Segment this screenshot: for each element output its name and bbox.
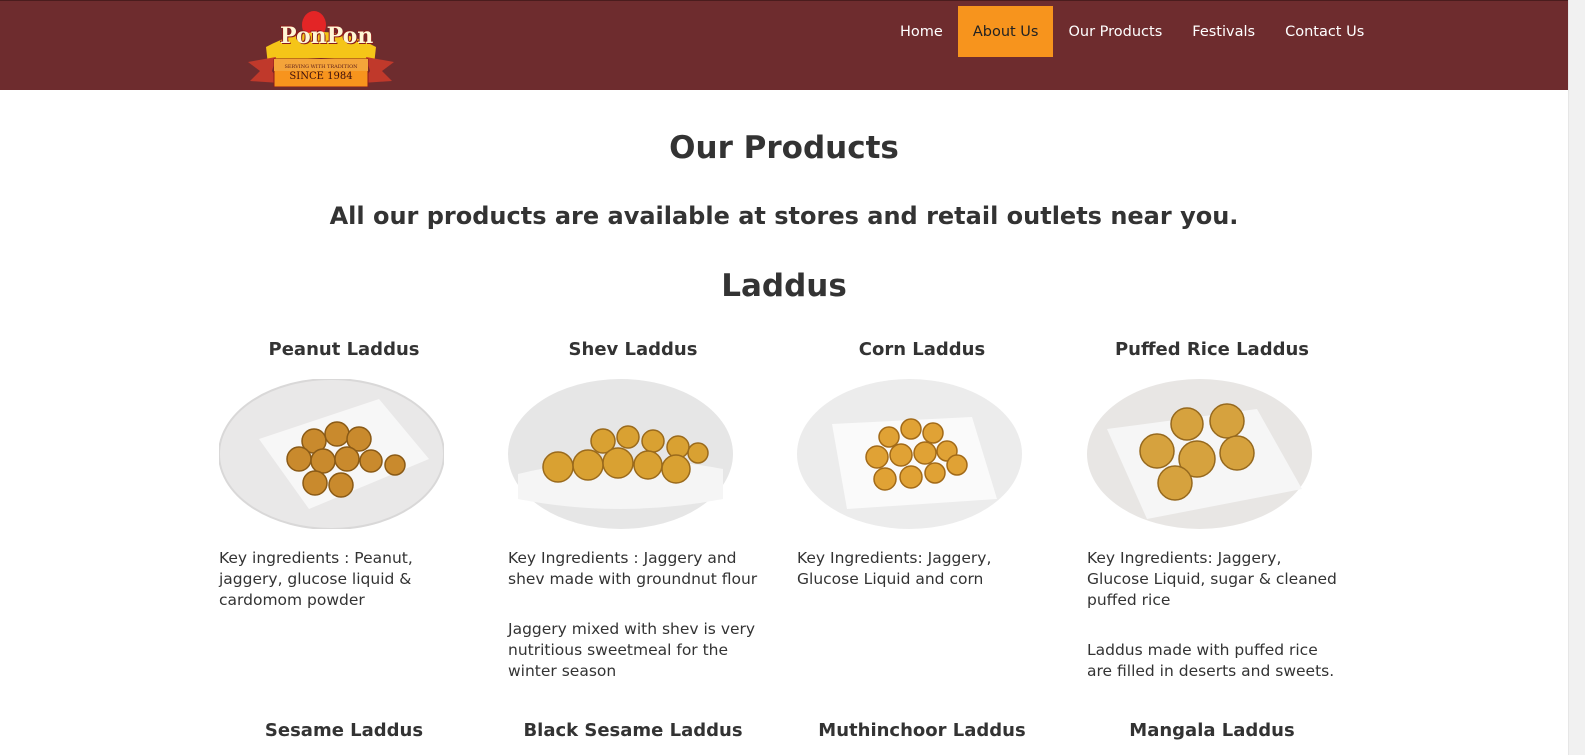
product-name: Corn Laddus [858,339,986,360]
product-image[interactable] [1087,379,1312,529]
product-name: Muthinchoor Laddus [818,720,1026,741]
product-name: Sesame Laddus [264,720,424,741]
product-name: Puffed Rice Laddus [1114,339,1310,360]
product-description: Jaggery mixed with shev is very nutritio… [508,620,756,680]
site-header: PonPon SERVING WITH TRADITION SINCE 1984… [0,0,1568,90]
nav-home[interactable]: Home [885,6,958,57]
product-name: Mangala Laddus [1129,720,1295,741]
main-nav: Home About Us Our Products Festivals Con… [885,6,1379,57]
section-title-laddus: Laddus [721,268,847,304]
product-image[interactable] [219,379,444,529]
nav-our-products[interactable]: Our Products [1053,6,1177,57]
page-scrollbar[interactable] [1568,0,1585,755]
product-name: Peanut Laddus [268,339,420,360]
logo-tagline: SERVING WITH TRADITION [284,64,358,70]
logo-brand: PonPon [280,23,374,49]
product-ingredients: Key Ingredients : Jaggery and shev made … [508,549,758,588]
page-subtitle: All our products are available at stores… [329,202,1239,230]
nav-contact-us[interactable]: Contact Us [1270,6,1379,57]
product-image[interactable] [508,379,733,529]
product-description: Laddus made with puffed rice are filled … [1087,641,1335,680]
nav-about-us[interactable]: About Us [957,6,1054,57]
product-ingredients: Key Ingredients: Jaggery, Glucose Liquid… [797,549,992,588]
product-name: Black Sesame Laddus [523,720,743,741]
product-ingredients: Key Ingredients: Jaggery, Glucose Liquid… [1087,549,1337,609]
ponpon-logo[interactable]: PonPon SERVING WITH TRADITION SINCE 1984 [246,7,396,88]
logo-since: SINCE 1984 [289,71,353,82]
nav-festivals[interactable]: Festivals [1177,6,1270,57]
product-image[interactable] [797,379,1022,529]
product-ingredients: Key ingredients : Peanut, jaggery, gluco… [219,549,413,609]
page-title: Our Products [669,130,899,166]
product-name: Shev Laddus [568,339,698,360]
